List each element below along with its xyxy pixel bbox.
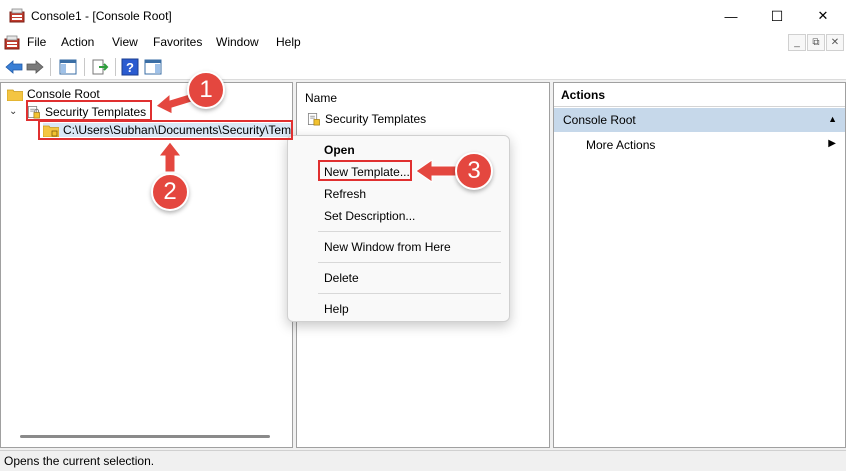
- forward-button[interactable]: [25, 57, 45, 77]
- help-icon: ?: [121, 58, 139, 76]
- mdi-minimize-button[interactable]: _: [788, 34, 806, 51]
- toolbar-separator: [50, 58, 51, 76]
- annotation-step-2: 2: [151, 173, 189, 211]
- actions-section-console-root[interactable]: Console Root ▲: [554, 108, 845, 132]
- status-text: Opens the current selection.: [4, 454, 155, 468]
- mdi-minimize-icon: _: [794, 37, 800, 48]
- window-title: Console1 - [Console Root]: [31, 9, 172, 23]
- toolbar-separator: [84, 58, 85, 76]
- actions-header: Actions: [554, 83, 845, 107]
- more-actions-item[interactable]: More Actions: [586, 138, 655, 152]
- menu-action[interactable]: Action: [61, 35, 94, 49]
- submenu-arrow-icon: ▶: [828, 138, 836, 149]
- annotation-box-template-path: [38, 120, 293, 140]
- help-button[interactable]: ?: [120, 57, 140, 77]
- collapse-caret-icon[interactable]: ▲: [828, 114, 837, 124]
- mdi-restore-icon: ⧉: [812, 37, 820, 48]
- close-icon: ✕: [817, 8, 829, 23]
- show-hide-action-pane-icon: [144, 59, 162, 75]
- menu-separator: [318, 262, 501, 263]
- menu-separator: [318, 231, 501, 232]
- title-bar: Console1 - [Console Root] — ☐ ✕: [0, 0, 846, 32]
- menu-help[interactable]: Help: [276, 35, 301, 49]
- column-header-name[interactable]: Name: [305, 91, 337, 105]
- actions-pane: Actions Console Root ▲ More Actions ▶: [553, 82, 846, 448]
- context-menu-refresh[interactable]: Refresh: [324, 187, 366, 201]
- close-button[interactable]: ✕: [800, 0, 846, 32]
- minimize-button[interactable]: —: [708, 0, 754, 32]
- context-menu-delete[interactable]: Delete: [324, 271, 359, 285]
- mdi-close-icon: ✕: [830, 37, 840, 48]
- status-bar: Opens the current selection.: [0, 450, 846, 471]
- security-templates-icon: [307, 112, 320, 125]
- actions-section-title: Console Root: [563, 113, 636, 127]
- horizontal-scrollbar[interactable]: [5, 432, 289, 441]
- menu-bar: File Action View Favorites Window Help _…: [0, 32, 846, 54]
- menu-separator: [318, 293, 501, 294]
- annotation-step-1: 1: [187, 71, 225, 109]
- mdi-close-button[interactable]: ✕: [826, 34, 844, 51]
- scrollbar-thumb[interactable]: [20, 435, 270, 438]
- list-item-label: Security Templates: [325, 112, 427, 126]
- menu-window[interactable]: Window: [216, 35, 259, 49]
- mmc-app-icon: [9, 8, 25, 23]
- maximize-icon: ☐: [770, 7, 784, 24]
- export-list-icon: [92, 59, 109, 75]
- annotation-step-3: 3: [455, 152, 493, 190]
- mdi-restore-button[interactable]: ⧉: [807, 34, 825, 51]
- minimize-icon: —: [724, 8, 738, 24]
- menu-favorites[interactable]: Favorites: [153, 35, 202, 49]
- menu-view[interactable]: View: [112, 35, 138, 49]
- context-menu-set-description[interactable]: Set Description...: [324, 209, 415, 223]
- toolbar-separator: [115, 58, 116, 76]
- forward-icon: [26, 60, 44, 74]
- export-list-button[interactable]: [90, 57, 110, 77]
- menu-file[interactable]: File: [27, 35, 46, 49]
- svg-text:?: ?: [126, 60, 134, 75]
- annotation-box-new-template: [318, 160, 412, 181]
- tree-item-label: Console Root: [27, 87, 100, 101]
- context-menu-new-window[interactable]: New Window from Here: [324, 240, 451, 254]
- back-icon: [5, 60, 23, 74]
- tree-item-console-root[interactable]: Console Root: [7, 87, 100, 101]
- list-item[interactable]: Security Templates: [305, 112, 426, 126]
- expand-chevron-icon[interactable]: ⌄: [9, 106, 17, 117]
- back-button[interactable]: [4, 57, 24, 77]
- folder-icon: [7, 89, 23, 101]
- show-hide-tree-button[interactable]: [58, 57, 78, 77]
- show-hide-console-tree-icon: [59, 59, 77, 75]
- context-menu-open[interactable]: Open: [324, 143, 355, 157]
- console-menu-icon[interactable]: [4, 35, 20, 51]
- annotation-box-security-templates: [26, 100, 152, 121]
- context-menu-help[interactable]: Help: [324, 302, 349, 316]
- toolbar: ?: [0, 54, 846, 80]
- maximize-button[interactable]: ☐: [754, 0, 800, 32]
- show-hide-action-pane-button[interactable]: [143, 57, 163, 77]
